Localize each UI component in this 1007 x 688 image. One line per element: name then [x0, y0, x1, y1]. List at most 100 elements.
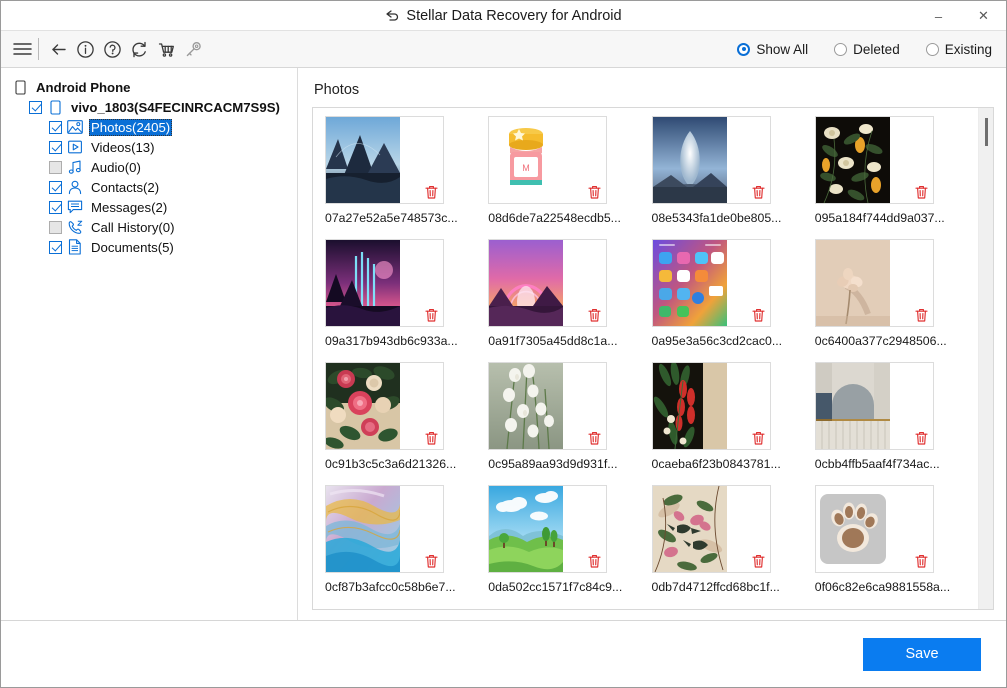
- thumbnail-image: [326, 363, 400, 449]
- thumbnail-box[interactable]: [815, 362, 934, 450]
- info-icon[interactable]: [72, 36, 98, 62]
- minimize-button[interactable]: –: [916, 1, 961, 31]
- checkbox-videos[interactable]: [49, 141, 62, 154]
- delete-icon[interactable]: [425, 185, 438, 199]
- photo-cell[interactable]: 0c91b3c5c3a6d21326...: [325, 362, 475, 485]
- delete-icon[interactable]: [752, 308, 765, 322]
- checkbox-contacts[interactable]: [49, 181, 62, 194]
- thumbnail-box[interactable]: [815, 485, 934, 573]
- photo-cell[interactable]: 0c95a89aa93d9d931f...: [488, 362, 638, 485]
- file-name: 0da502cc1571f7c84c9...: [488, 580, 628, 594]
- thumbnail-box[interactable]: [815, 239, 934, 327]
- sidebar-item-label-messages: Messages(2): [89, 199, 169, 216]
- photo-cell[interactable]: 0caeba6f23b0843781...: [652, 362, 802, 485]
- delete-icon[interactable]: [588, 431, 601, 445]
- radio-deleted[interactable]: Deleted: [834, 42, 900, 57]
- filter-radio-group: Show All Deleted Existing: [737, 42, 992, 57]
- thumbnail-box[interactable]: [652, 239, 771, 327]
- thumbnail-box[interactable]: [488, 362, 607, 450]
- delete-icon[interactable]: [752, 185, 765, 199]
- thumbnail-image: [816, 486, 890, 572]
- tree-root-android-phone[interactable]: Android Phone: [1, 77, 297, 97]
- delete-icon[interactable]: [915, 308, 928, 322]
- sidebar-item-call-history[interactable]: Call History(0): [1, 217, 297, 237]
- sidebar-item-photos[interactable]: Photos(2405): [1, 117, 297, 137]
- thumbnail-box[interactable]: [325, 485, 444, 573]
- delete-icon[interactable]: [588, 308, 601, 322]
- delete-icon[interactable]: [915, 554, 928, 568]
- delete-icon[interactable]: [752, 431, 765, 445]
- photo-cell[interactable]: 095a184f744dd9a037...: [815, 116, 965, 239]
- video-icon: [66, 139, 84, 156]
- photo-cell[interactable]: 0cbb4ffb5aaf4f734ac...: [815, 362, 965, 485]
- key-icon[interactable]: [180, 36, 206, 62]
- photo-cell[interactable]: 0a95e3a56c3cd2cac0...: [652, 239, 802, 362]
- thumbnail-box[interactable]: [652, 485, 771, 573]
- delete-icon[interactable]: [588, 185, 601, 199]
- content-panel: Photos 07a27e52a5e748573c...: [298, 68, 1006, 620]
- thumbnail-box[interactable]: [488, 239, 607, 327]
- photo-cell[interactable]: 0da502cc1571f7c84c9...: [488, 485, 638, 608]
- footer-bar: Save: [1, 620, 1006, 687]
- photo-cell[interactable]: 07a27e52a5e748573c...: [325, 116, 475, 239]
- thumbnail-box[interactable]: [325, 239, 444, 327]
- delete-icon[interactable]: [425, 431, 438, 445]
- radio-show-all[interactable]: Show All: [737, 42, 808, 57]
- checkbox-messages[interactable]: [49, 201, 62, 214]
- thumbnail-image: [653, 117, 727, 203]
- checkbox-audio[interactable]: [49, 161, 62, 174]
- photo-cell[interactable]: 0f06c82e6ca9881558a...: [815, 485, 965, 608]
- tree-item-device[interactable]: vivo_1803(S4FECINRCACM7S9S): [1, 97, 297, 117]
- sidebar-item-documents[interactable]: Documents(5): [1, 237, 297, 257]
- delete-icon[interactable]: [425, 308, 438, 322]
- delete-icon[interactable]: [915, 431, 928, 445]
- thumbnail-image: M: [489, 117, 563, 203]
- radio-dot-deleted: [834, 43, 847, 56]
- sidebar-item-contacts[interactable]: Contacts(2): [1, 177, 297, 197]
- file-name: 0caeba6f23b0843781...: [652, 457, 792, 471]
- delete-icon[interactable]: [425, 554, 438, 568]
- thumbnail-box[interactable]: [652, 116, 771, 204]
- menu-icon[interactable]: [10, 36, 34, 62]
- photo-cell[interactable]: 0cf87b3afcc0c58b6e7...: [325, 485, 475, 608]
- sidebar-item-messages[interactable]: Messages(2): [1, 197, 297, 217]
- back-icon[interactable]: [45, 36, 71, 62]
- file-name: 08d6de7a22548ecdb5...: [488, 211, 628, 225]
- photo-cell[interactable]: M 08d6de7a22548ecdb5...: [488, 116, 638, 239]
- photo-cell[interactable]: 09a317b943db6c933a...: [325, 239, 475, 362]
- thumbnail-box[interactable]: [815, 116, 934, 204]
- thumbnail-image: [816, 117, 890, 203]
- delete-icon[interactable]: [752, 554, 765, 568]
- cart-icon[interactable]: [153, 36, 179, 62]
- window-title-group: Stellar Data Recovery for Android: [1, 8, 1006, 24]
- photo-icon: [66, 119, 84, 136]
- save-button[interactable]: Save: [863, 638, 981, 671]
- grid-scrollbar-thumb[interactable]: [985, 118, 988, 146]
- refresh-icon[interactable]: [126, 36, 152, 62]
- delete-icon[interactable]: [588, 554, 601, 568]
- photo-cell[interactable]: 0c6400a377c2948506...: [815, 239, 965, 362]
- sidebar-item-videos[interactable]: Videos(13): [1, 137, 297, 157]
- help-icon[interactable]: [99, 36, 125, 62]
- thumbnail-box[interactable]: M: [488, 116, 607, 204]
- checkbox-photos[interactable]: [49, 121, 62, 134]
- checkbox-call-history[interactable]: [49, 221, 62, 234]
- photo-cell[interactable]: 0db7d4712ffcd68bc1f...: [652, 485, 802, 608]
- checkbox-documents[interactable]: [49, 241, 62, 254]
- grid-scrollbar[interactable]: [978, 108, 993, 609]
- thumbnail-box[interactable]: [488, 485, 607, 573]
- thumbnail-box[interactable]: [325, 362, 444, 450]
- thumbnail-box[interactable]: [652, 362, 771, 450]
- file-name: 0a95e3a56c3cd2cac0...: [652, 334, 792, 348]
- thumbnail-image: [326, 240, 400, 326]
- sidebar-item-audio[interactable]: Audio(0): [1, 157, 297, 177]
- photo-cell[interactable]: 0a91f7305a45dd8c1a...: [488, 239, 638, 362]
- checkbox-device[interactable]: [29, 101, 42, 114]
- radio-existing[interactable]: Existing: [926, 42, 992, 57]
- thumbnail-box[interactable]: [325, 116, 444, 204]
- delete-icon[interactable]: [915, 185, 928, 199]
- photo-cell[interactable]: 08e5343fa1de0be805...: [652, 116, 802, 239]
- thumbnail-image: [653, 363, 727, 449]
- file-name: 0cbb4ffb5aaf4f734ac...: [815, 457, 955, 471]
- close-button[interactable]: ✕: [961, 1, 1006, 31]
